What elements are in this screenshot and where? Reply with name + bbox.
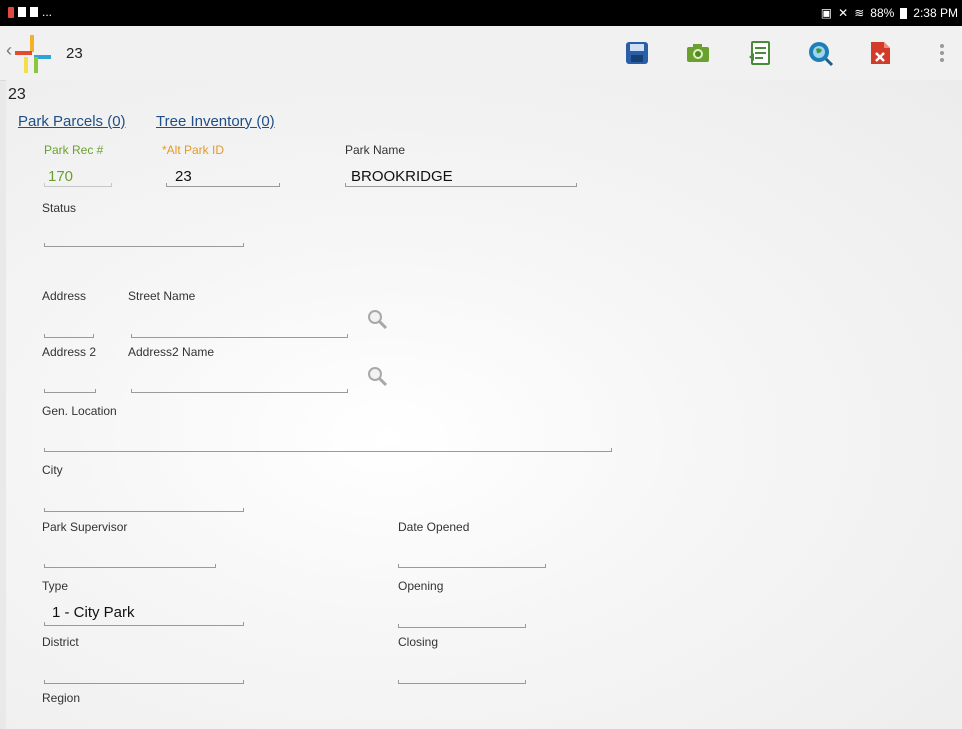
status-notifications: ...: [8, 5, 52, 19]
clock: 2:38 PM: [913, 6, 958, 20]
tree-inventory-link[interactable]: Tree Inventory (0): [156, 113, 275, 130]
more-notifications: ...: [42, 5, 53, 19]
district-label: District: [42, 635, 79, 649]
region-label: Region: [42, 691, 81, 705]
street-lookup-icon[interactable]: [366, 308, 388, 330]
park-supervisor-field[interactable]: [44, 563, 216, 568]
status-field[interactable]: [44, 242, 244, 247]
park-name-label: Park Name: [345, 143, 406, 157]
type-label: Type: [42, 579, 69, 593]
city-label: City: [42, 463, 63, 477]
park-parcels-link[interactable]: Park Parcels (0): [18, 113, 126, 130]
camera-icon[interactable]: [684, 39, 712, 67]
park-supervisor-label: Park Supervisor: [42, 520, 128, 534]
flag-icon: [18, 7, 26, 17]
status-indicators: ▣ ✕ ≋ 88% 2:38 PM: [821, 6, 958, 20]
address-field[interactable]: [44, 333, 94, 338]
notification-icon: [8, 6, 14, 18]
cast-icon: ▣: [820, 6, 833, 20]
status-bar: ... ▣ ✕ ≋ 88% 2:38 PM: [0, 0, 962, 26]
report-icon[interactable]: [746, 39, 774, 67]
city-field[interactable]: [44, 507, 244, 512]
map-search-icon[interactable]: [806, 39, 834, 67]
date-opened-label: Date Opened: [398, 520, 470, 534]
type-field[interactable]: [44, 621, 244, 626]
app-logo[interactable]: [12, 33, 54, 75]
street-name-field[interactable]: [131, 333, 348, 338]
date-opened-field[interactable]: [398, 563, 546, 568]
alt-park-id-field[interactable]: [166, 182, 280, 187]
status-label: Status: [42, 201, 77, 215]
address2-name-label: Address2 Name: [128, 345, 215, 359]
battery-icon: [900, 7, 908, 19]
record-form: 23 Park Parcels (0) Tree Inventory (0) P…: [6, 80, 962, 729]
flag-icon: [30, 7, 38, 17]
address2-field[interactable]: [44, 388, 96, 393]
address-label: Address: [42, 289, 87, 303]
park-rec-label: Park Rec #: [44, 143, 104, 157]
closing-field[interactable]: [398, 679, 526, 684]
address2-label: Address 2: [42, 345, 97, 359]
address2-lookup-icon[interactable]: [366, 365, 388, 387]
park-name-field[interactable]: [345, 182, 577, 187]
closing-label: Closing: [398, 635, 439, 649]
district-field[interactable]: [44, 679, 244, 684]
type-value: 1 - City Park: [52, 604, 135, 621]
street-name-label: Street Name: [128, 289, 196, 303]
delete-file-icon[interactable]: [866, 39, 894, 67]
mute-icon: ✕: [838, 6, 849, 20]
address2-name-field[interactable]: [131, 388, 348, 393]
wifi-icon: ≋: [854, 6, 865, 20]
opening-label: Opening: [398, 579, 444, 593]
alt-park-id-label: *Alt Park ID: [162, 143, 225, 157]
gen-location-field[interactable]: [44, 447, 612, 452]
park-rec-field: [44, 182, 112, 187]
record-title: 23: [8, 86, 26, 103]
action-bar: ‹ 23: [0, 26, 962, 81]
opening-field[interactable]: [398, 623, 526, 628]
overflow-menu-icon[interactable]: [938, 44, 946, 66]
action-bar-title: 23: [66, 45, 83, 62]
battery-percent: 88%: [870, 6, 895, 20]
save-icon[interactable]: [623, 39, 651, 67]
gen-location-label: Gen. Location: [42, 404, 117, 418]
